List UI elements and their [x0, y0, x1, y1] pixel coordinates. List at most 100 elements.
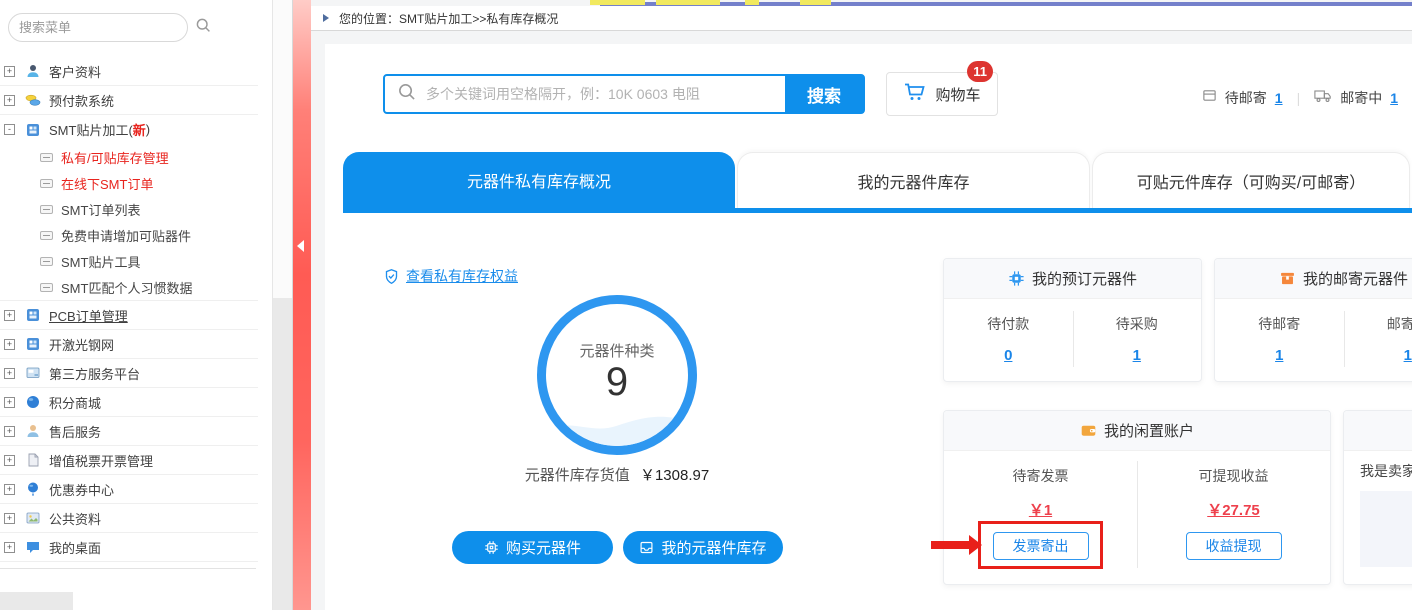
top-highlight-segment	[800, 0, 831, 5]
sidebar-item-third-party-platform[interactable]: + 第三方服务平台	[0, 359, 258, 388]
divider: |	[1291, 90, 1307, 106]
sidebar-item-coupon-center[interactable]: + 优惠券中心	[0, 475, 258, 504]
component-search-box: 搜索	[383, 74, 865, 114]
to-mail-link[interactable]: 1	[1275, 347, 1283, 364]
sidebar-subitem-private-stock-management[interactable]: 私有/可贴库存管理	[0, 144, 258, 170]
mail-pending-label: 待邮寄	[1225, 88, 1267, 108]
sidebar-item-vat-invoice[interactable]: + 增值税票开票管理	[0, 446, 258, 475]
screen: + 客户资料 + 预付款系统 - SMT贴片加工( 新) 私有/可贴库存管理	[0, 0, 1412, 610]
sidebar-item-smt-processing[interactable]: - SMT贴片加工( 新)	[0, 115, 258, 144]
sidebar-item-points-mall[interactable]: + 积分商城	[0, 388, 258, 417]
sidebar-item-pcb-orders[interactable]: + PCB订单管理	[0, 301, 258, 330]
scrollbar-track[interactable]	[273, 298, 292, 610]
sidebar: + 客户资料 + 预付款系统 - SMT贴片加工( 新) 私有/可贴库存管理	[0, 0, 272, 610]
mail-shipping-link[interactable]: 1	[1390, 90, 1398, 106]
income-amount-link[interactable]: ￥27.75	[1207, 499, 1260, 520]
main-area: 您的位置：SMT贴片加工>>私有库存概况 搜索 购物车 11 待邮寄	[311, 0, 1412, 610]
cart-button[interactable]: 购物车 11	[886, 72, 998, 116]
sidebar-item-label: 客户资料	[49, 62, 101, 81]
sidebar-item-label: 预付款系统	[49, 91, 114, 110]
sidebar-subitem-smt-habit-data[interactable]: SMT匹配个人习惯数据	[0, 274, 258, 300]
expand-icon[interactable]: +	[4, 368, 15, 379]
smt-submenu: 私有/可贴库存管理 在线下SMT订单 SMT订单列表 免费申请增加可贴器件 SM…	[0, 144, 258, 301]
sidebar-subitem-online-smt-order[interactable]: 在线下SMT订单	[0, 170, 258, 196]
expand-icon[interactable]: +	[4, 484, 15, 495]
search-icon	[397, 82, 416, 106]
sidebar-subitem-free-apply-components[interactable]: 免费申请增加可贴器件	[0, 222, 258, 248]
expand-icon[interactable]: +	[4, 513, 15, 524]
person-icon	[25, 423, 41, 439]
invoice-pending-label: 待寄发票	[1013, 466, 1069, 486]
top-highlight-segment	[590, 0, 645, 5]
invoice-send-button[interactable]: 发票寄出	[993, 532, 1089, 560]
expand-icon[interactable]: +	[4, 542, 15, 553]
buy-components-button[interactable]: 购买元器件	[452, 531, 613, 564]
sidebar-item-label: 售后服务	[49, 422, 101, 441]
card-reserved-components: 我的预订元器件 待付款 0 待采购 1	[943, 258, 1202, 382]
sidebar-item-laser-stencil[interactable]: + 开激光钢网	[0, 330, 258, 359]
mail-shipping-label: 邮寄中	[1340, 88, 1382, 108]
view-rights-link[interactable]: 查看私有库存权益	[383, 266, 518, 286]
coins-icon	[25, 92, 41, 108]
wave-decoration	[546, 400, 688, 446]
sidebar-subitem-smt-tools[interactable]: SMT贴片工具	[0, 248, 258, 274]
mail-pending-link[interactable]: 1	[1275, 90, 1283, 106]
card-seller: 我是卖家	[1343, 410, 1412, 585]
mailing-link[interactable]: 1	[1404, 347, 1412, 364]
expand-icon[interactable]: +	[4, 310, 15, 321]
sidebar-scrollbar[interactable]	[272, 0, 293, 610]
card-idle-account: 我的闲置账户 待寄发票 ￥1 发票寄出 可提现收益 ￥27.75 收益提现	[943, 410, 1331, 585]
page-icon	[40, 179, 53, 188]
sidebar-item-label: 我的桌面	[49, 538, 101, 557]
sidebar-collapse-handle[interactable]	[293, 0, 311, 610]
sphere-icon	[25, 394, 41, 410]
pending-payment-label: 待付款	[987, 314, 1029, 334]
withdraw-button[interactable]: 收益提现	[1186, 532, 1282, 560]
sidebar-subitem-smt-order-list[interactable]: SMT订单列表	[0, 196, 258, 222]
expand-icon[interactable]: +	[4, 397, 15, 408]
pending-purchase-link[interactable]: 1	[1133, 347, 1141, 364]
tab-private-stock-overview[interactable]: 元器件私有库存概况	[343, 152, 735, 208]
top-highlight-segment	[656, 0, 720, 5]
search-button[interactable]: 搜索	[785, 76, 863, 112]
top-highlight-segment	[745, 0, 759, 5]
circle-label: 元器件种类	[546, 340, 688, 361]
withdrawable-income-label: 可提现收益	[1199, 466, 1269, 486]
expand-icon[interactable]: +	[4, 455, 15, 466]
breadcrumb: 您的位置：SMT贴片加工>>私有库存概况	[339, 10, 558, 27]
mailing-label: 邮寄中	[1387, 314, 1412, 334]
component-search-input[interactable]	[426, 86, 785, 102]
chat-bubble-icon	[25, 539, 41, 555]
annotation-arrow	[931, 541, 969, 549]
new-badge: 新	[133, 120, 146, 139]
divider	[1344, 311, 1345, 367]
expand-icon[interactable]: +	[4, 95, 15, 106]
annotation-arrow-head	[969, 535, 982, 555]
expand-icon[interactable]: +	[4, 66, 15, 77]
expand-icon[interactable]: +	[4, 426, 15, 437]
my-component-stock-button[interactable]: 我的元器件库存	[623, 531, 783, 564]
balloon-icon	[25, 481, 41, 497]
sidebar-item-label: 公共资料	[49, 509, 101, 528]
tab-my-components[interactable]: 我的元器件库存	[737, 152, 1090, 208]
page-icon	[40, 153, 53, 162]
expand-icon[interactable]: +	[4, 339, 15, 350]
sidebar-search[interactable]	[8, 13, 188, 42]
tab-mountable-stock[interactable]: 可贴元件库存（可购买/可邮寄）	[1092, 152, 1410, 208]
sidebar-item-my-desktop[interactable]: + 我的桌面	[0, 533, 258, 562]
sidebar-search-input[interactable]	[19, 20, 195, 35]
sidebar-item-label: 积分商城	[49, 393, 101, 412]
pending-payment-link[interactable]: 0	[1004, 347, 1012, 364]
divider	[1073, 311, 1074, 367]
cart-icon	[903, 81, 927, 108]
sidebar-item-after-sales[interactable]: + 售后服务	[0, 417, 258, 446]
sidebar-item-public-resources[interactable]: + 公共资料	[0, 504, 258, 533]
sidebar-item-customer-info[interactable]: + 客户资料	[0, 57, 258, 86]
card-header: 我的预订元器件	[944, 259, 1201, 299]
collapse-icon[interactable]: -	[4, 124, 15, 135]
package-icon	[1202, 88, 1217, 108]
invoice-amount-link[interactable]: ￥1	[1029, 499, 1052, 520]
tab-underline	[343, 208, 1412, 213]
page-icon	[40, 283, 53, 292]
sidebar-item-prepay-system[interactable]: + 预付款系统	[0, 86, 258, 115]
